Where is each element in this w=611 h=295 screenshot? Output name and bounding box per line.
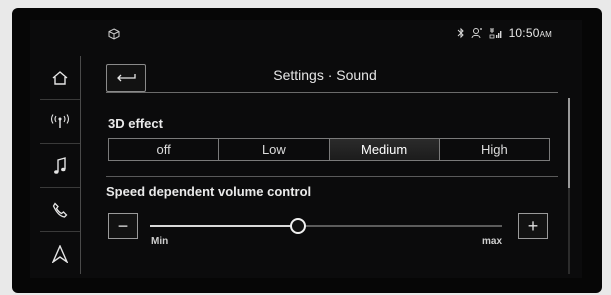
navigation-icon xyxy=(52,244,68,263)
scrollbar-thumb[interactable] xyxy=(568,98,570,188)
music-icon xyxy=(54,156,66,174)
sidebar-item-radio[interactable] xyxy=(40,100,80,144)
sidebar-item-music[interactable] xyxy=(40,144,80,188)
status-bar: 10:50AM xyxy=(30,20,582,46)
bluetooth-icon xyxy=(457,27,464,39)
phone-icon xyxy=(52,201,68,218)
user-profile-icon xyxy=(471,28,482,39)
effect3d-option-off[interactable]: off xyxy=(109,139,220,160)
back-button[interactable] xyxy=(106,64,146,92)
status-indicators: 10:50AM xyxy=(457,25,552,41)
sidebar xyxy=(40,56,81,274)
speed-volume-label: Speed dependent volume control xyxy=(106,184,312,199)
effect3d-option-high[interactable]: High xyxy=(440,139,549,160)
speed-volume-slider-thumb[interactable] xyxy=(289,218,306,234)
slider-min-label: Min xyxy=(151,236,169,247)
sidebar-item-home[interactable] xyxy=(40,56,80,100)
connectivity-icon xyxy=(489,28,501,39)
home-icon xyxy=(52,70,68,85)
cube-icon xyxy=(108,28,120,40)
clock-time: 10:50 xyxy=(508,26,540,40)
sidebar-item-phone[interactable] xyxy=(40,188,80,232)
decrease-button[interactable]: − xyxy=(108,213,138,239)
effect3d-selector: off Low Medium High xyxy=(108,138,550,161)
section-divider xyxy=(106,176,558,177)
speed-volume-slider-fill xyxy=(150,225,298,227)
effect3d-option-low[interactable]: Low xyxy=(219,139,330,160)
sidebar-item-navigation[interactable] xyxy=(40,232,80,275)
clock: 10:50AM xyxy=(509,26,552,40)
page-title: Settings · Sound xyxy=(273,67,377,83)
effect3d-label: 3D effect xyxy=(108,116,163,131)
infotainment-screen: 10:50AM Settings · Sound 3D effect off L… xyxy=(30,20,582,278)
clock-ampm: AM xyxy=(539,30,552,39)
effect3d-option-medium[interactable]: Medium xyxy=(329,139,440,160)
back-arrow-icon xyxy=(117,74,136,82)
increase-button[interactable]: + xyxy=(518,213,548,239)
radio-icon xyxy=(50,113,70,128)
slider-max-label: max xyxy=(482,236,503,247)
header-divider xyxy=(106,92,558,93)
